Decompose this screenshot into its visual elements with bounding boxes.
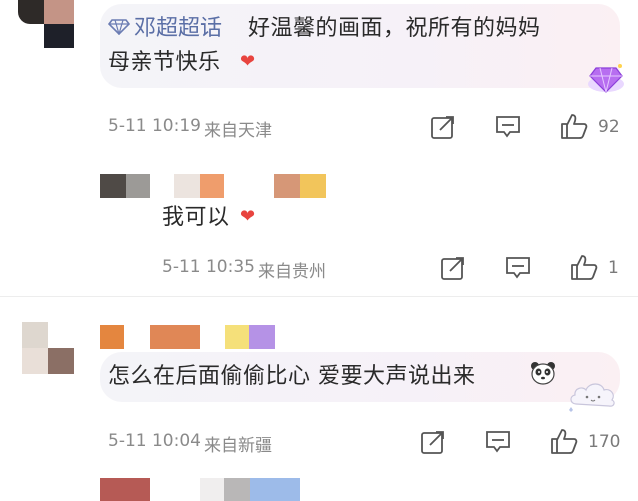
avatar[interactable] [22, 322, 74, 376]
comment-text-line2: 母亲节快乐 [108, 50, 221, 75]
author-link[interactable]: 邓超超话 [134, 12, 222, 45]
panda-emoji [530, 361, 556, 385]
comment-icon[interactable] [505, 255, 531, 281]
comment-time: 5-11 10:35 [162, 257, 255, 277]
heart-emoji: ❤ [240, 206, 256, 227]
share-icon[interactable] [420, 429, 446, 455]
like-button[interactable] [550, 427, 578, 455]
cloud-sticker-icon [566, 376, 622, 412]
comment-text-line1: 好温馨的画面，祝所有的妈妈 [248, 16, 541, 41]
comment-location: 来自贵州 [258, 262, 326, 282]
comment-time: 5-11 10:19 [108, 116, 201, 136]
diamond-badge-icon [584, 60, 628, 96]
like-count: 170 [588, 432, 621, 452]
comment-location: 来自天津 [204, 121, 272, 141]
divider [0, 296, 638, 297]
diamond-icon [108, 19, 130, 35]
comment-icon[interactable] [485, 429, 511, 455]
comment-time: 5-11 10:04 [108, 431, 201, 451]
comment-icon[interactable] [495, 114, 521, 140]
avatar[interactable] [18, 0, 78, 50]
comment-text: 怎么在后面偷偷比心 爱要大声说出来 [108, 364, 476, 389]
like-button[interactable] [560, 112, 588, 140]
share-icon[interactable] [430, 114, 456, 140]
author-name-redacted[interactable] [100, 174, 330, 200]
author-name-redacted[interactable] [100, 325, 280, 351]
heart-emoji: ❤ [240, 51, 256, 72]
author-name-redacted[interactable] [100, 478, 300, 501]
share-icon[interactable] [440, 255, 466, 281]
like-count: 1 [608, 258, 619, 278]
like-count: 92 [598, 117, 620, 137]
comment-location: 来自新疆 [204, 436, 272, 456]
like-button[interactable] [570, 253, 598, 281]
comment-text: 我可以 [162, 205, 230, 230]
